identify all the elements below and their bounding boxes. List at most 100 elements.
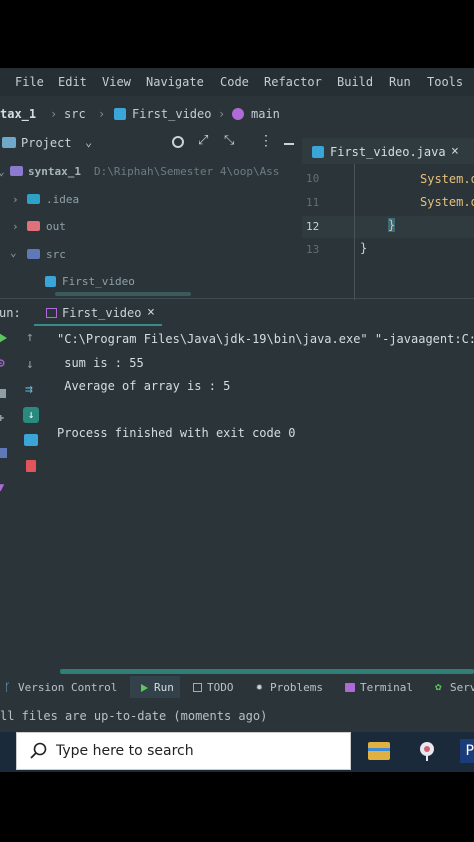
target-icon[interactable] xyxy=(172,136,184,148)
tree-item-out[interactable]: out xyxy=(46,220,66,233)
gutter-divider xyxy=(354,164,355,300)
chevron-right-icon: › xyxy=(98,107,106,121)
code-line: System.o xyxy=(420,172,474,186)
satellite-app-icon xyxy=(420,742,434,761)
chevron-right-icon[interactable]: › xyxy=(12,193,19,206)
status-text: ll files are up-to-date (moments ago) xyxy=(0,709,268,723)
services-icon: ✿ xyxy=(435,680,442,693)
problems-icon: ✹ xyxy=(256,680,263,693)
tab-services[interactable]: Serv xyxy=(450,681,474,694)
line-number: 10 xyxy=(306,172,320,185)
menu-refactor[interactable]: Refactor xyxy=(264,75,322,89)
print-icon[interactable] xyxy=(24,434,38,446)
pycharm-taskbar-icon[interactable]: P xyxy=(460,739,474,763)
console-line: "C:\Program Files\Java\jdk-19\bin\java.e… xyxy=(57,332,474,346)
folder-icon xyxy=(27,194,40,204)
todo-icon xyxy=(193,683,202,692)
tab-todo[interactable]: TODO xyxy=(207,681,234,694)
tab-run[interactable]: Run xyxy=(154,681,174,694)
tree-item-first-video[interactable]: First_video xyxy=(62,275,135,288)
menu-run[interactable]: Run xyxy=(389,75,411,89)
app-icon[interactable] xyxy=(415,739,439,763)
tool-window-bar: ᚴ Version Control Run TODO ✹ Problems Te… xyxy=(0,676,474,698)
java-class-icon xyxy=(45,276,56,287)
stop-icon[interactable] xyxy=(0,389,6,398)
tree-item-src[interactable]: src xyxy=(46,248,66,261)
chevron-down-icon[interactable]: ⌄ xyxy=(10,246,17,259)
excluded-folder-icon xyxy=(27,221,40,231)
version-control-icon: ᚴ xyxy=(4,681,11,694)
menu-build[interactable]: Build xyxy=(337,75,373,89)
code-editor[interactable]: 10 11 12 13 System.o System.o } } xyxy=(302,164,474,300)
breadcrumb-class[interactable]: First_video xyxy=(132,107,211,121)
scroll-to-end-icon[interactable]: ↓ xyxy=(23,407,39,423)
file-explorer-icon[interactable] xyxy=(368,742,390,760)
chevron-down-icon[interactable]: ⌄ xyxy=(0,165,5,178)
minimize-icon[interactable] xyxy=(284,143,294,145)
menu-edit[interactable]: Edit xyxy=(58,75,87,89)
tree-item-idea[interactable]: .idea xyxy=(46,193,79,206)
project-title[interactable]: Project xyxy=(21,136,72,150)
terminal-icon xyxy=(345,683,355,692)
tab-problems[interactable]: Problems xyxy=(270,681,323,694)
run-icon xyxy=(141,684,148,692)
menu-code[interactable]: Code xyxy=(220,75,249,89)
source-folder-icon xyxy=(27,249,40,259)
status-bar: ll files are up-to-date (moments ago) xyxy=(0,702,474,730)
pin-icon[interactable]: ▼ xyxy=(0,480,4,494)
close-icon[interactable]: × xyxy=(451,144,459,159)
trash-icon[interactable] xyxy=(26,460,36,472)
tab-terminal[interactable]: Terminal xyxy=(360,681,413,694)
breadcrumb-method[interactable]: main xyxy=(251,107,280,121)
menu-bar: File Edit View Navigate Code Refactor Bu… xyxy=(0,68,474,96)
layout-icon[interactable] xyxy=(0,448,7,458)
method-icon xyxy=(232,108,244,120)
run-config-icon xyxy=(46,308,57,318)
rerun-icon[interactable] xyxy=(0,332,7,344)
tree-root-name[interactable]: syntax_1 xyxy=(28,165,81,178)
settings-icon[interactable]: ⚙ xyxy=(0,356,5,371)
module-folder-icon xyxy=(10,166,23,176)
run-panel-header: un: First_video × xyxy=(0,302,474,326)
menu-tools[interactable]: Tools xyxy=(427,75,463,89)
project-panel-header: Project ⌄ ⤢ ⤡ ⋮ xyxy=(0,130,300,158)
code-line: } xyxy=(388,218,396,232)
breadcrumb: tax_1 › src › First_video › main xyxy=(0,102,474,124)
horizontal-scrollbar[interactable] xyxy=(55,292,191,296)
taskbar-search-box[interactable]: Type here to search xyxy=(16,732,351,770)
breadcrumb-src[interactable]: src xyxy=(64,107,86,121)
breadcrumb-project[interactable]: tax_1 xyxy=(0,107,36,121)
console-scrollbar[interactable] xyxy=(60,669,474,674)
menu-navigate[interactable]: Navigate xyxy=(146,75,204,89)
line-number: 13 xyxy=(306,243,320,256)
tree-root-path: D:\Riphah\Semester 4\oop\Ass xyxy=(94,165,280,178)
collapse-icon[interactable]: ⤡ xyxy=(224,133,234,148)
menu-view[interactable]: View xyxy=(102,75,131,89)
camera-icon[interactable]: ✚ xyxy=(0,410,4,424)
java-class-icon xyxy=(114,108,126,120)
folder-icon xyxy=(2,137,16,148)
java-class-icon xyxy=(312,146,324,158)
search-icon xyxy=(30,742,47,759)
run-tab-label[interactable]: First_video xyxy=(62,306,141,320)
menu-file[interactable]: File xyxy=(15,75,44,89)
arrow-down-icon[interactable]: ↓ xyxy=(26,357,34,372)
chevron-down-icon[interactable]: ⌄ xyxy=(85,135,92,149)
chevron-right-icon: › xyxy=(50,107,58,121)
chevron-right-icon: › xyxy=(218,107,226,121)
tab-version-control[interactable]: Version Control xyxy=(18,681,117,694)
project-tree: ⌄ syntax_1 D:\Riphah\Semester 4\oop\Ass … xyxy=(0,162,300,292)
arrow-up-icon[interactable]: ↑ xyxy=(26,330,34,345)
more-options-icon[interactable]: ⋮ xyxy=(259,133,273,149)
search-placeholder: Type here to search xyxy=(56,743,194,759)
folder-stripe xyxy=(368,748,390,751)
console-line: Average of array is : 5 xyxy=(57,379,231,393)
chevron-right-icon[interactable]: › xyxy=(12,220,19,233)
expand-icon[interactable]: ⤢ xyxy=(198,133,208,148)
soft-wrap-icon[interactable]: ⇉ xyxy=(25,382,33,397)
close-icon[interactable]: × xyxy=(147,305,155,320)
code-line: } xyxy=(360,241,368,255)
active-tab-indicator xyxy=(34,324,162,326)
console-line: Process finished with exit code 0 xyxy=(57,426,296,440)
editor-tab-label[interactable]: First_video.java xyxy=(330,145,446,159)
